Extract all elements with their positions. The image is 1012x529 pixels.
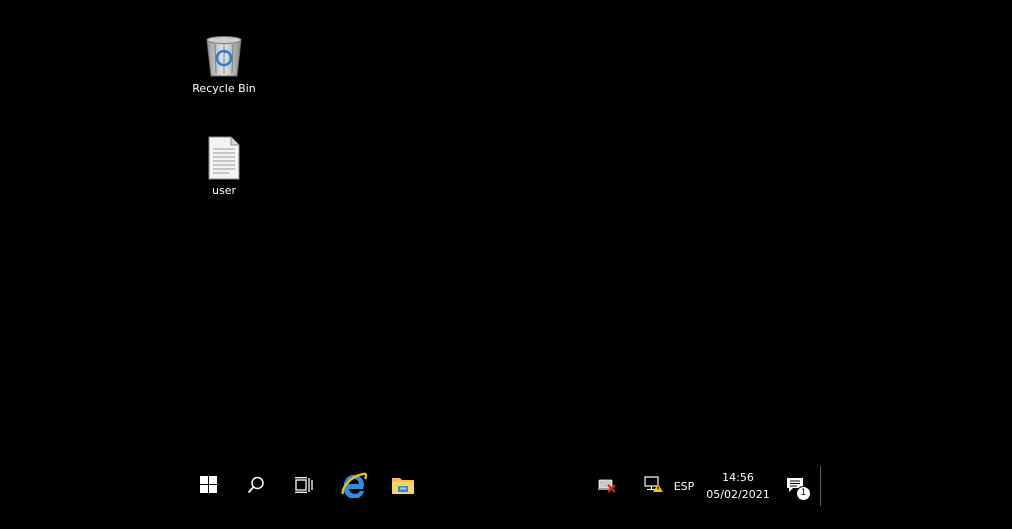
clock-date: 05/02/2021	[706, 488, 770, 501]
notification-count-badge: 1	[796, 486, 811, 501]
tray-network-disconnected[interactable]	[596, 464, 618, 509]
desktop-icon-user-file[interactable]: user	[186, 134, 262, 198]
taskbar-file-explorer[interactable]	[381, 464, 425, 509]
file-explorer-icon	[391, 475, 415, 499]
desktop-icon-recycle-bin[interactable]: Recycle Bin	[186, 32, 262, 96]
recycle-bin-icon	[200, 32, 248, 80]
task-view-button[interactable]	[282, 464, 326, 509]
clock-time: 14:56	[722, 471, 754, 484]
network-warning-icon	[644, 476, 664, 497]
search-button[interactable]	[234, 464, 278, 509]
search-icon	[247, 476, 265, 498]
start-button[interactable]	[186, 464, 230, 509]
text-document-icon	[200, 134, 248, 182]
internet-explorer-icon	[341, 472, 368, 502]
network-disconnected-icon	[597, 477, 617, 497]
task-view-icon	[295, 476, 313, 497]
taskbar-internet-explorer[interactable]	[332, 464, 376, 509]
windows-logo-icon	[199, 476, 217, 497]
desktop: Recycle Bin user	[0, 0, 1012, 529]
input-language-indicator[interactable]: ESP	[670, 464, 698, 509]
user-file-label: user	[212, 184, 236, 197]
action-center-button[interactable]: 1	[780, 464, 811, 509]
taskbar: ESP 14:56 05/02/2021 1	[0, 464, 1012, 509]
recycle-bin-label: Recycle Bin	[192, 82, 256, 95]
clock[interactable]: 14:56 05/02/2021	[703, 469, 773, 503]
show-desktop-divider[interactable]	[820, 466, 821, 506]
tray-network-warning[interactable]	[643, 464, 665, 509]
